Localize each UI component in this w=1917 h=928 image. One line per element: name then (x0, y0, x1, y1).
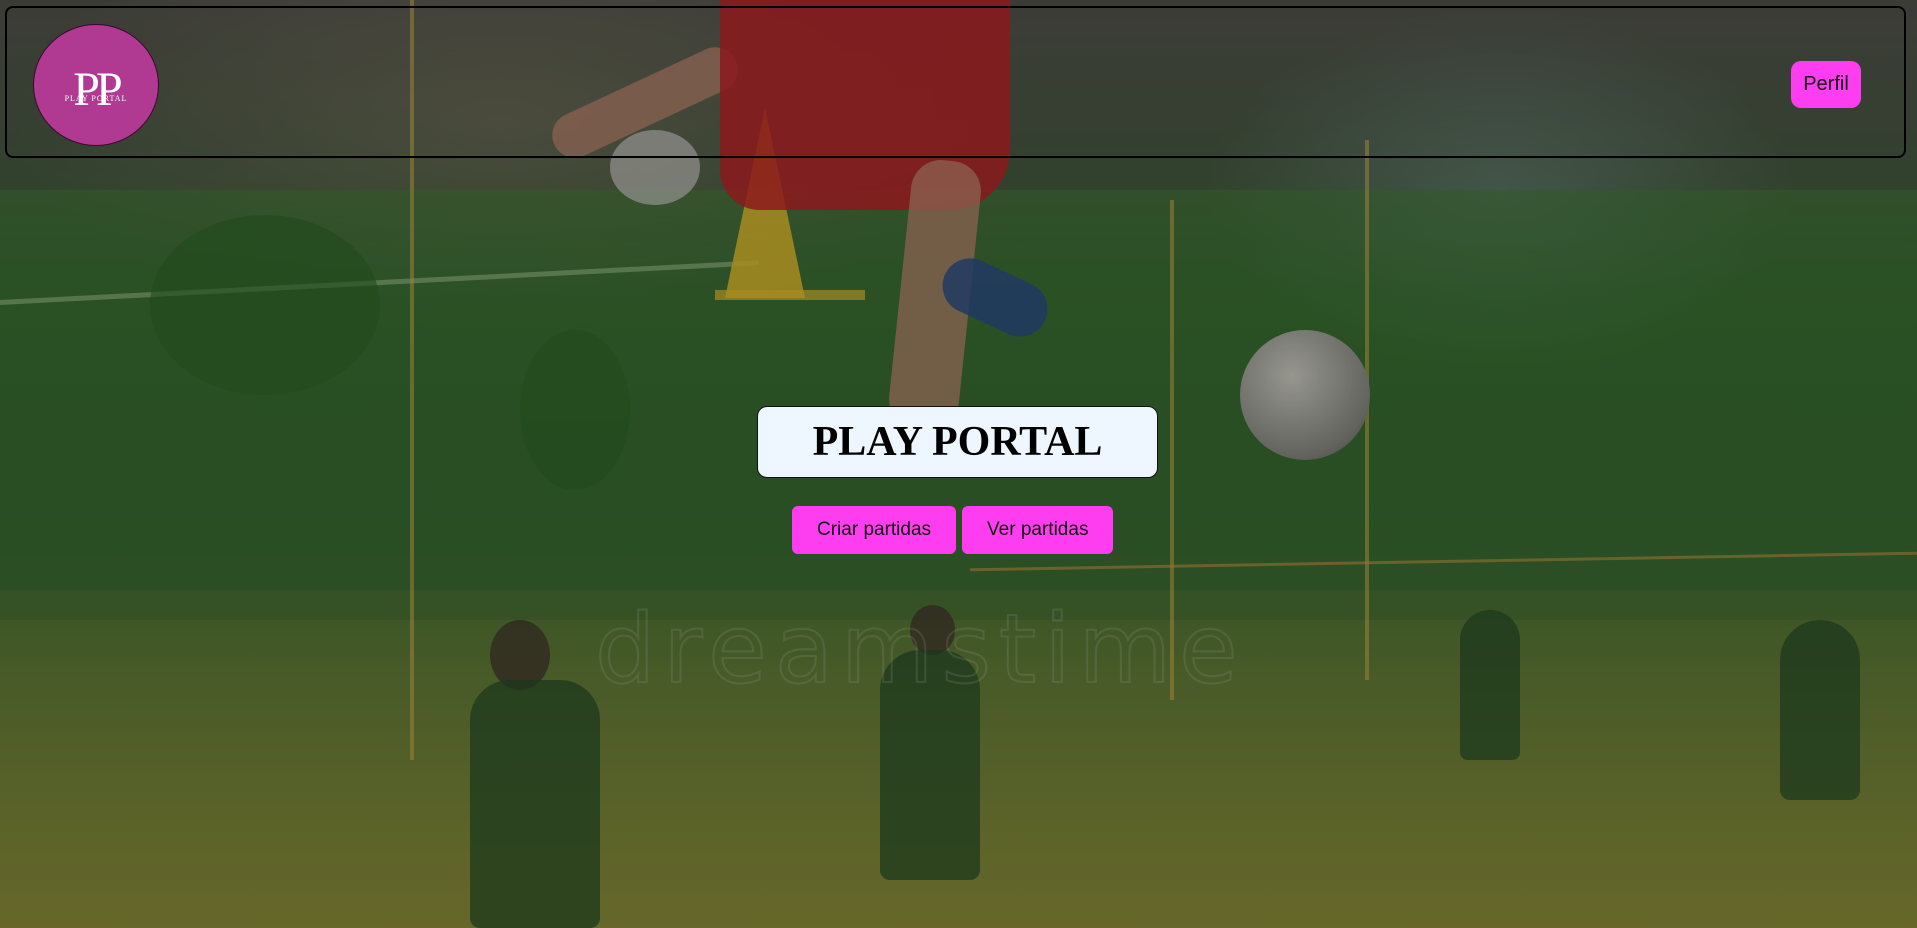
logo-mark: PP (73, 62, 122, 116)
create-matches-button[interactable]: Criar partidas (792, 506, 957, 554)
page-title: PLAY PORTAL (812, 419, 1103, 465)
view-matches-button[interactable]: Ver partidas (962, 506, 1114, 554)
logo[interactable]: PP PLAY PORTAL (33, 24, 159, 146)
logo-subtitle: PLAY PORTAL (64, 93, 128, 103)
profile-button[interactable]: Perfil (1791, 61, 1861, 108)
hero-title-box: PLAY PORTAL (757, 406, 1158, 478)
top-navbar: PP PLAY PORTAL Perfil (5, 6, 1906, 158)
hero-actions: Criar partidas Ver partidas (792, 506, 1114, 554)
